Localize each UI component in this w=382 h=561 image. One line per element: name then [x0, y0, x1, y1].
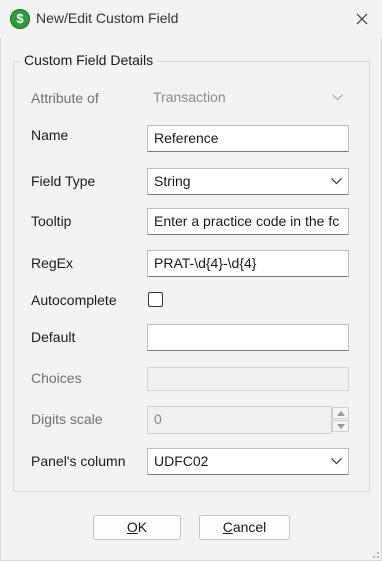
ok-button[interactable]: OK: [93, 515, 181, 540]
digits-scale-value: 0: [154, 411, 162, 427]
regex-input[interactable]: PRAT-\d{4}-\d{4}: [147, 250, 349, 277]
dollar-icon: $: [10, 9, 30, 29]
panels-column-value: UDFC02: [154, 453, 209, 469]
digits-scale-increment: [332, 407, 349, 419]
ok-label-rest: K: [137, 519, 148, 535]
name-value: Reference: [154, 130, 219, 146]
close-button[interactable]: [346, 6, 378, 32]
name-input[interactable]: Reference: [147, 125, 349, 152]
caret-up-icon: [337, 411, 345, 416]
chevron-down-icon: [331, 458, 342, 465]
chevron-down-icon: [331, 178, 342, 185]
digits-scale-decrement: [332, 420, 349, 432]
field-type-label: Field Type: [31, 173, 96, 189]
tooltip-input[interactable]: Enter a practice code in the fc: [147, 208, 349, 235]
resize-grip-icon[interactable]: [370, 549, 380, 559]
default-label: Default: [31, 329, 76, 345]
digits-scale-label: Digits scale: [31, 411, 103, 427]
regex-value: PRAT-\d{4}-\d{4}: [154, 255, 257, 271]
digits-scale-input: 0: [147, 406, 332, 434]
autocomplete-label: Autocomplete: [31, 292, 117, 308]
field-type-value: String: [154, 173, 191, 189]
choices-label: Choices: [31, 370, 82, 386]
cancel-button[interactable]: Cancel: [199, 515, 290, 540]
title-bar: $ New/Edit Custom Field: [0, 0, 382, 38]
dialog-window: $ New/Edit Custom Field Custom Field Det…: [0, 0, 382, 561]
caret-down-icon: [337, 424, 345, 429]
tooltip-value: Enter a practice code in the fc: [154, 213, 340, 229]
autocomplete-checkbox[interactable]: [148, 292, 163, 307]
field-type-select[interactable]: String: [147, 168, 349, 195]
name-label: Name: [31, 127, 69, 143]
attribute-of-select: Transaction: [147, 85, 349, 112]
attribute-of-label: Attribute of: [31, 90, 99, 106]
default-input[interactable]: [147, 324, 349, 351]
panels-column-label: Panel's column: [31, 453, 126, 469]
window-title: New/Edit Custom Field: [36, 10, 179, 26]
ok-mnemonic: O: [126, 519, 138, 535]
cancel-label-rest: ancel: [232, 519, 267, 535]
attribute-of-value: Transaction: [153, 89, 226, 105]
choices-input: [147, 367, 349, 391]
cancel-mnemonic: C: [222, 519, 233, 535]
tooltip-label: Tooltip: [31, 213, 72, 229]
close-icon: [356, 13, 368, 25]
regex-label: RegEx: [31, 255, 74, 271]
chevron-down-icon: [332, 94, 343, 101]
panels-column-select[interactable]: UDFC02: [147, 448, 349, 475]
group-title: Custom Field Details: [20, 52, 158, 68]
